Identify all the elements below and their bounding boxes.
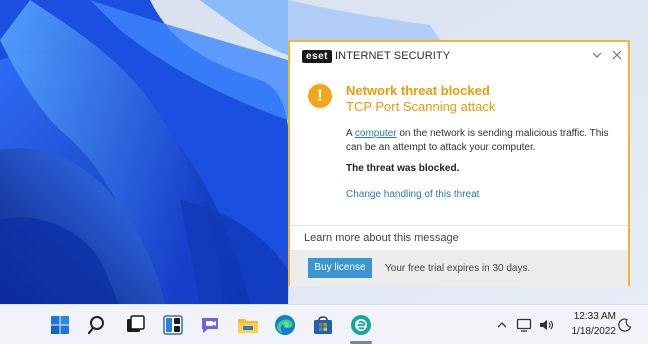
message-prefix: A [346, 128, 355, 139]
network-icon[interactable] [516, 317, 532, 333]
search-icon[interactable] [86, 313, 110, 337]
notification-footer: Buy license Your free trial expires in 3… [290, 250, 628, 286]
eset-icon[interactable] [349, 313, 373, 337]
edge-icon[interactable] [273, 313, 297, 337]
close-icon[interactable] [610, 48, 624, 62]
file-explorer-icon[interactable] [236, 313, 260, 337]
threat-message: A computer on the network is sending mal… [346, 127, 616, 155]
chat-icon[interactable] [198, 313, 222, 337]
threat-subtitle: TCP Port Scanning attack [346, 99, 496, 114]
trial-text: Your free trial expires in 30 days. [385, 263, 531, 274]
clock-time[interactable]: 12:33 AM [560, 311, 616, 322]
change-handling-link[interactable]: Change handling of this threat [346, 189, 479, 200]
store-icon[interactable] [311, 313, 335, 337]
warning-icon: ! [308, 84, 332, 108]
computer-link[interactable]: computer [355, 128, 397, 139]
eset-notification: eset INTERNET SECURITY ! Network threat … [288, 40, 630, 286]
threat-title: Network threat blocked [346, 83, 490, 98]
clock-date[interactable]: 1/18/2022 [560, 326, 617, 337]
taskbar: 12:33 AM 1/18/2022 [0, 304, 648, 344]
chevron-up-icon[interactable] [496, 319, 508, 334]
learn-more-link[interactable]: Learn more about this message [304, 232, 459, 244]
task-view-icon[interactable] [123, 313, 147, 337]
buy-license-button[interactable]: Buy license [308, 258, 372, 278]
chevron-down-icon[interactable] [590, 48, 604, 62]
eset-logo: eset [302, 50, 332, 63]
product-name: INTERNET SECURITY [335, 50, 451, 62]
blocked-text: The threat was blocked. [346, 163, 460, 174]
moon-icon[interactable] [618, 318, 632, 332]
start-icon[interactable] [48, 313, 72, 337]
volume-icon[interactable] [538, 317, 554, 333]
notification-titlebar: eset INTERNET SECURITY [290, 42, 628, 70]
widgets-icon[interactable] [161, 313, 185, 337]
divider [290, 225, 628, 226]
